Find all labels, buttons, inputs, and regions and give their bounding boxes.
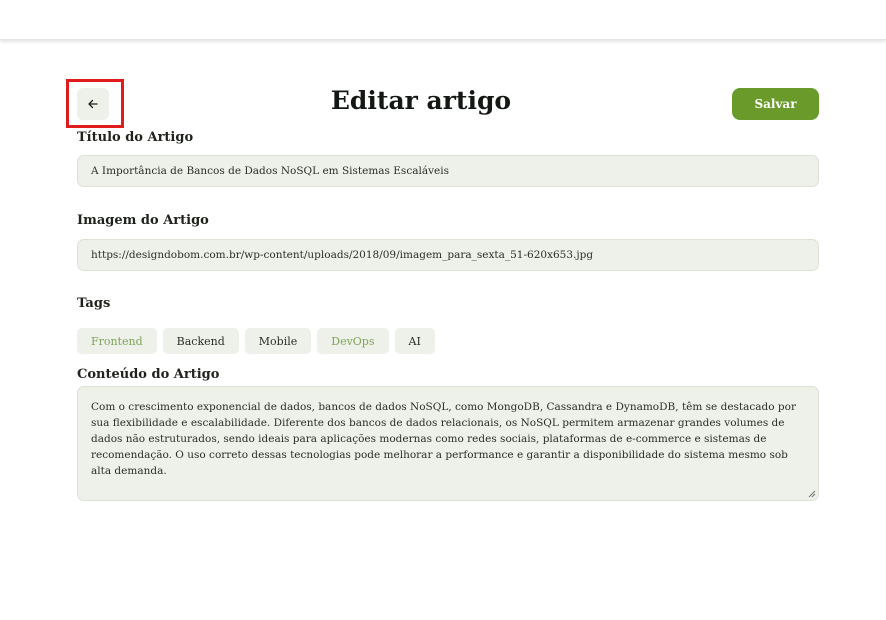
title-label: Título do Artigo [77, 130, 194, 145]
content-text: Com o crescimento exponencial de dados, … [91, 401, 796, 477]
image-url-input[interactable]: https://designdobom.com.br/wp-content/up… [77, 239, 819, 271]
tag-frontend[interactable]: Frontend [77, 328, 157, 354]
content-textarea[interactable]: Com o crescimento exponencial de dados, … [77, 386, 819, 501]
tag-ai[interactable]: AI [394, 328, 435, 354]
page-title: Editar artigo [330, 86, 512, 115]
tag-list: Frontend Backend Mobile DevOps AI [77, 328, 435, 354]
top-bar [0, 0, 886, 40]
tag-devops[interactable]: DevOps [317, 328, 389, 354]
tag-mobile[interactable]: Mobile [244, 328, 312, 354]
content-label: Conteúdo do Artigo [77, 367, 220, 382]
image-label: Imagem do Artigo [77, 213, 209, 228]
tags-label: Tags [77, 296, 111, 311]
save-button[interactable]: Salvar [732, 88, 819, 120]
resize-grip-icon[interactable] [808, 490, 816, 498]
tag-backend[interactable]: Backend [162, 328, 239, 354]
title-input[interactable]: A Importância de Bancos de Dados NoSQL e… [77, 155, 819, 187]
